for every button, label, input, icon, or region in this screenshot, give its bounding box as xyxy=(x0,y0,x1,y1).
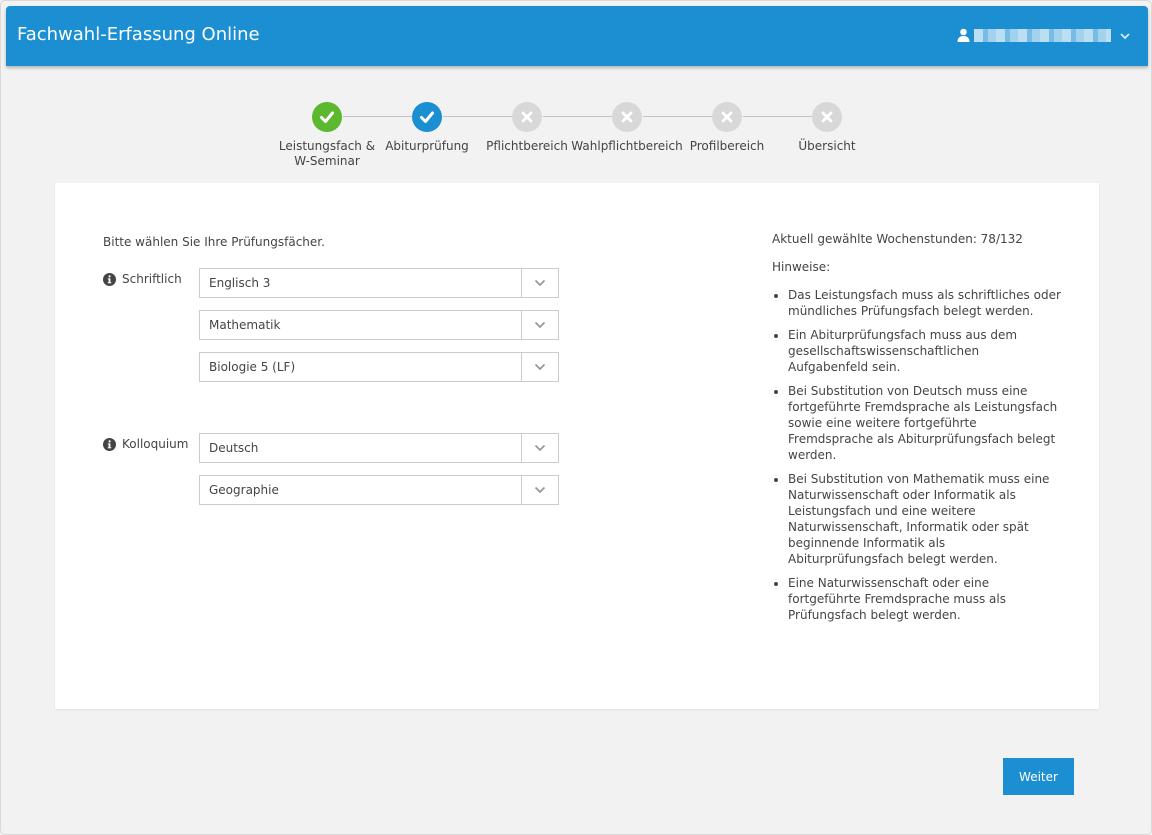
group-label-schriftlich: Schriftlich xyxy=(103,272,182,286)
subject-select[interactable]: Deutsch xyxy=(199,433,559,463)
select-arrow[interactable] xyxy=(521,434,558,462)
app-window: Fachwahl-Erfassung Online ████████████ L… xyxy=(0,0,1152,835)
step-abiturpruefung[interactable] xyxy=(412,102,442,132)
app-header: Fachwahl-Erfassung Online ████████████ xyxy=(6,6,1148,66)
info-icon[interactable] xyxy=(103,437,116,451)
exam-subjects-panel: Bitte wählen Sie Ihre Prüfungsfächer. Sc… xyxy=(55,183,1099,709)
close-icon xyxy=(821,111,833,123)
step-uebersicht[interactable] xyxy=(812,102,842,132)
close-icon xyxy=(621,111,633,123)
hint-item: Bei Substitution von Deutsch muss eine f… xyxy=(788,383,1062,463)
step-label: Übersicht xyxy=(798,139,856,153)
chevron-down-icon xyxy=(534,363,546,371)
select-value: Englisch 3 xyxy=(209,276,271,290)
step-leistungsfach[interactable] xyxy=(312,102,342,132)
chevron-down-icon xyxy=(534,321,546,329)
step-connector xyxy=(443,116,512,117)
step-profilbereich[interactable] xyxy=(712,102,742,132)
hints-list: Das Leistungsfach muss als schriftliches… xyxy=(772,287,1062,623)
step-connector xyxy=(543,116,612,117)
close-icon xyxy=(721,111,733,123)
info-sidebar: Aktuell gewählte Wochenstunden: 78/132 H… xyxy=(772,231,1062,631)
group-label-kolloquium: Kolloquium xyxy=(103,437,188,451)
select-value: Mathematik xyxy=(209,318,281,332)
select-arrow[interactable] xyxy=(521,269,558,297)
check-icon xyxy=(320,111,334,123)
close-icon xyxy=(521,111,533,123)
chevron-down-icon xyxy=(534,279,546,287)
subject-select[interactable]: Biologie 5 (LF) xyxy=(199,352,559,382)
info-icon[interactable] xyxy=(103,272,116,286)
hint-item: Ein Abiturprüfungsfach muss aus dem gese… xyxy=(788,327,1062,375)
subject-select[interactable]: Mathematik xyxy=(199,310,559,340)
group-label-text: Kolloquium xyxy=(122,437,189,451)
hints-title: Hinweise: xyxy=(772,260,831,274)
weekly-hours: Aktuell gewählte Wochenstunden: 78/132 xyxy=(772,232,1023,246)
step-connector xyxy=(743,116,812,117)
hint-item: Eine Naturwissenschaft oder eine fortgef… xyxy=(788,575,1062,623)
subject-select[interactable]: Englisch 3 xyxy=(199,268,559,298)
app-title: Fachwahl-Erfassung Online xyxy=(17,24,260,45)
step-pflichtbereich[interactable] xyxy=(512,102,542,132)
select-value: Biologie 5 (LF) xyxy=(209,360,296,374)
select-arrow[interactable] xyxy=(521,353,558,381)
user-icon xyxy=(957,28,970,42)
select-arrow[interactable] xyxy=(521,476,558,504)
select-arrow[interactable] xyxy=(521,311,558,339)
step-connector xyxy=(343,116,412,117)
group-label-text: Schriftlich xyxy=(122,272,182,286)
hint-item: Bei Substitution von Mathematik muss ein… xyxy=(788,471,1062,567)
subject-select[interactable]: Geographie xyxy=(199,475,559,505)
select-value: Geographie xyxy=(209,483,279,497)
hint-item: Das Leistungsfach muss als schriftliches… xyxy=(788,287,1062,319)
step-wahlpflichtbereich[interactable] xyxy=(612,102,642,132)
chevron-down-icon xyxy=(534,486,546,494)
check-icon xyxy=(420,111,434,123)
chevron-down-icon xyxy=(534,444,546,452)
user-name: ████████████ xyxy=(974,29,1111,42)
progress-stepper: Leistungsfach & W-Seminar Abiturprüfung Pfl… xyxy=(1,100,1152,180)
chevron-down-icon xyxy=(1120,33,1130,40)
form-instruction: Bitte wählen Sie Ihre Prüfungsfächer. xyxy=(103,235,325,249)
select-value: Deutsch xyxy=(209,441,259,455)
step-connector xyxy=(643,116,712,117)
next-button[interactable]: Weiter xyxy=(1003,758,1074,795)
